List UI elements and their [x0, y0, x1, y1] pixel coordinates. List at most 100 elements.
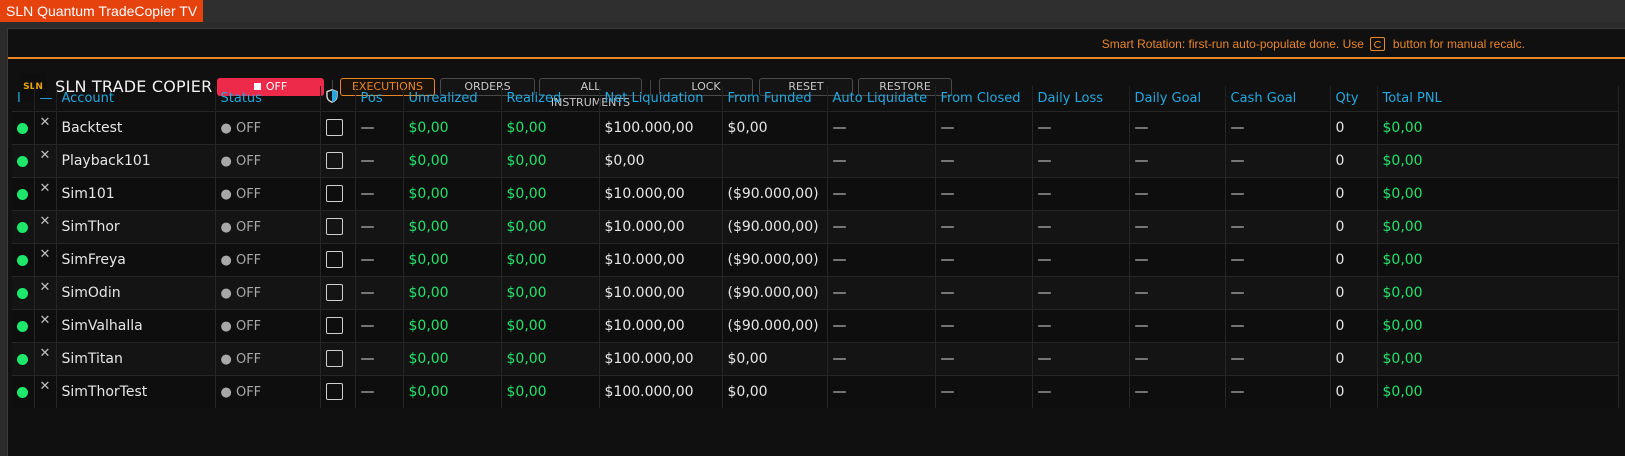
col-indicator[interactable]: I	[12, 86, 35, 111]
from-funded-value: ($90.000,00)	[727, 251, 819, 268]
total-pnl-value: $0,00	[1382, 185, 1423, 202]
col-from-funded[interactable]: From Funded	[722, 86, 828, 111]
col-realized[interactable]: Realized	[501, 86, 600, 111]
from-closed-value: —	[940, 350, 955, 367]
recalc-icon[interactable]	[1369, 37, 1385, 51]
close-icon[interactable]: ✕	[40, 181, 51, 196]
account-cell: Sim101	[56, 176, 216, 210]
protect-cell	[320, 209, 356, 243]
cash-goal-value: —	[1230, 251, 1245, 268]
table-row[interactable]: ✕ SimOdin ● OFF — $0,00 $0,00 $10.000,00 ($90.0…	[12, 275, 1619, 309]
total-pnl-cell: $0,00	[1377, 209, 1619, 243]
protect-checkbox[interactable]	[325, 350, 343, 367]
from-funded-value: ($90.000,00)	[727, 317, 819, 334]
net-liquidation-cell: $100.000,00	[599, 374, 723, 408]
col-qty[interactable]: Qty	[1330, 86, 1378, 111]
realized-cell: $0,00	[501, 176, 600, 210]
close-icon[interactable]: ✕	[40, 346, 51, 361]
daily-goal-cell: —	[1129, 374, 1226, 408]
from-funded-value: ($90.000,00)	[727, 284, 819, 301]
status-value: ● OFF	[220, 351, 262, 367]
col-pos[interactable]: Pos	[355, 86, 404, 111]
close-icon[interactable]: ✕	[40, 280, 51, 295]
accounts-table-body: ✕ Backtest ● OFF — $0,00 $0,00 $100.000,00 $0,0…	[12, 110, 1619, 408]
daily-goal-value: —	[1134, 383, 1149, 400]
status-value: ● OFF	[220, 186, 262, 202]
col-account[interactable]: Account	[56, 86, 216, 111]
from-closed-cell: —	[935, 275, 1033, 309]
close-icon[interactable]: ✕	[40, 148, 51, 163]
status-cell: ● OFF	[215, 176, 321, 210]
pos-value: —	[360, 350, 375, 367]
total-pnl-cell: $0,00	[1377, 143, 1619, 177]
col-from-closed[interactable]: From Closed	[935, 86, 1033, 111]
cash-goal-value: —	[1230, 284, 1245, 301]
protect-checkbox[interactable]	[325, 251, 343, 268]
col-status[interactable]: Status	[215, 86, 321, 111]
account-value: SimTitan	[61, 350, 123, 367]
qty-value: 0	[1335, 350, 1345, 367]
remove-cell: ✕	[34, 275, 57, 309]
from-funded-cell: $0,00	[722, 110, 828, 144]
daily-goal-value: —	[1134, 350, 1149, 367]
realized-value: $0,00	[506, 119, 547, 136]
table-row[interactable]: ✕ Playback101 ● OFF — $0,00 $0,00 $0,00 — — — — — 0 $…	[12, 143, 1619, 177]
table-row[interactable]: ✕ Sim101 ● OFF — $0,00 $0,00 $10.000,00 ($90.00…	[12, 176, 1619, 210]
protect-checkbox[interactable]	[325, 185, 343, 202]
from-closed-value: —	[940, 251, 955, 268]
total-pnl-value: $0,00	[1382, 251, 1423, 268]
remove-cell: ✕	[34, 209, 57, 243]
protect-checkbox[interactable]	[325, 383, 343, 401]
col-daily-goal[interactable]: Daily Goal	[1129, 86, 1226, 111]
col-cash-goal[interactable]: Cash Goal	[1225, 86, 1331, 111]
account-cell: SimValhalla	[56, 308, 216, 342]
cash-goal-value: —	[1230, 119, 1245, 136]
col-unrealized[interactable]: Unrealized	[403, 86, 502, 111]
protect-checkbox[interactable]	[325, 119, 343, 136]
daily-loss-cell: —	[1032, 374, 1130, 408]
protect-cell	[320, 374, 356, 408]
total-pnl-value: $0,00	[1382, 152, 1423, 169]
pos-value: —	[360, 284, 375, 301]
table-row[interactable]: ✕ SimTitan ● OFF — $0,00 $0,00 $100.000,00 $0,0…	[12, 341, 1619, 375]
protect-checkbox[interactable]	[325, 152, 343, 169]
cash-goal-cell: —	[1225, 176, 1331, 210]
col-auto-liquidate[interactable]: Auto Liquidate	[827, 86, 936, 111]
status-cell: ● OFF	[215, 110, 321, 144]
table-row[interactable]: ✕ SimThor ● OFF — $0,00 $0,00 $10.000,00 ($90.0…	[12, 209, 1619, 243]
col-remove[interactable]: —	[34, 86, 57, 111]
from-funded-cell: $0,00	[722, 374, 828, 408]
total-pnl-cell: $0,00	[1377, 176, 1619, 210]
protect-checkbox[interactable]	[325, 284, 343, 301]
daily-loss-cell: —	[1032, 242, 1130, 276]
protect-checkbox[interactable]	[325, 317, 343, 334]
protect-checkbox[interactable]	[325, 218, 343, 235]
auto-liquidate-value: —	[832, 152, 847, 169]
table-row[interactable]: ✕ SimThorTest ● OFF — $0,00 $0,00 $100.000,00 $…	[12, 374, 1619, 408]
col-total-pnl[interactable]: Total PNL	[1377, 86, 1619, 111]
protect-cell	[320, 308, 356, 342]
pos-cell: —	[355, 110, 404, 144]
close-icon[interactable]: ✕	[40, 214, 51, 229]
green-dot-icon	[17, 222, 28, 233]
net-liquidation-value: $100.000,00	[604, 383, 694, 400]
auto-liquidate-value: —	[832, 251, 847, 268]
from-closed-cell: —	[935, 242, 1033, 276]
table-row[interactable]: ✕ SimFreya ● OFF — $0,00 $0,00 $10.000,00 ($90.…	[12, 242, 1619, 276]
col-net-liquidation[interactable]: Net Liquidation	[599, 86, 723, 111]
close-icon[interactable]: ✕	[40, 115, 51, 130]
pos-value: —	[360, 152, 375, 169]
col-protect[interactable]	[320, 86, 356, 111]
table-row[interactable]: ✕ SimValhalla ● OFF — $0,00 $0,00 $10.000,00 ($…	[12, 308, 1619, 342]
close-icon[interactable]: ✕	[40, 247, 51, 262]
close-icon[interactable]: ✕	[40, 379, 51, 394]
green-dot-icon	[17, 354, 28, 365]
daily-loss-cell: —	[1032, 341, 1130, 375]
daily-goal-cell: —	[1129, 209, 1226, 243]
notice-bar: Smart Rotation: first-run auto-populate …	[8, 29, 1625, 59]
col-daily-loss[interactable]: Daily Loss	[1032, 86, 1130, 111]
table-row[interactable]: ✕ Backtest ● OFF — $0,00 $0,00 $100.000,00 $0,0…	[12, 110, 1619, 144]
from-funded-value: $0,00	[727, 350, 768, 367]
from-funded-value: ($90.000,00)	[727, 185, 819, 202]
close-icon[interactable]: ✕	[40, 313, 51, 328]
